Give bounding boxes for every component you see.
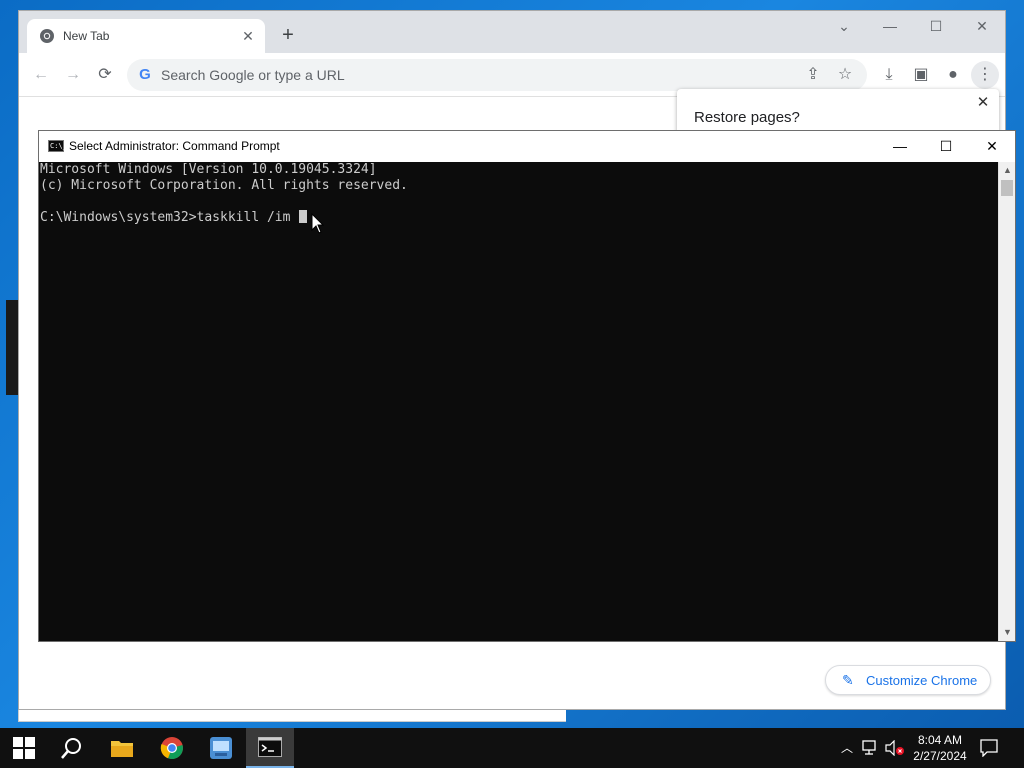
cmd-scrollbar[interactable]: ▲ ▼ [998,162,1015,641]
restore-close-icon[interactable]: ✕ [975,95,991,111]
chrome-window-controls: ⌄ — ☐ ✕ [821,11,1005,41]
console-line: Microsoft Windows [Version 10.0.19045.33… [40,162,377,177]
show-hidden-icons-icon[interactable]: ︿ [838,728,856,768]
chrome-close-button[interactable]: ✕ [959,11,1005,41]
customize-chrome-label: Customize Chrome [866,673,978,688]
search-button[interactable] [48,728,96,768]
cmd-minimize-button[interactable]: — [877,131,923,162]
forward-icon[interactable]: → [59,61,87,89]
notifications-button[interactable] [980,728,1004,768]
tab-new-tab[interactable]: New Tab ✕ [27,19,265,53]
desktop-icon-partial[interactable] [0,100,18,170]
mouse-pointer-icon [311,213,325,234]
google-icon: G [139,66,151,83]
omnibox[interactable]: G Search Google or type a URL ⇪ ☆ [127,59,867,91]
chrome-favicon-icon [40,29,54,43]
cmd-close-button[interactable]: ✕ [969,131,1015,162]
side-panel-icon[interactable]: ▣ [907,61,935,89]
reload-icon[interactable]: ⟳ [91,61,119,89]
chrome-icon [160,737,183,760]
folder-icon [111,741,133,757]
restore-pages-title: Restore pages? [694,109,800,126]
app-taskbar-button[interactable] [197,728,245,768]
chrome-maximize-button[interactable]: ☐ [913,11,959,41]
notification-icon [980,739,998,758]
cmd-window-controls: — ☐ ✕ [877,131,1015,162]
taskbar: ︿ 8:04 AM 2/27/2024 [0,728,1024,768]
cmd-taskbar-button[interactable] [246,728,294,768]
share-icon[interactable]: ⇪ [799,61,827,89]
chrome-taskbar-button[interactable] [148,728,196,768]
search-icon [61,738,81,759]
text-cursor [299,210,308,223]
scroll-down-icon[interactable]: ▼ [999,624,1016,641]
tab-strip: New Tab ✕ + ⌄ — ☐ ✕ [19,11,1005,53]
app-icon [210,737,232,759]
pencil-icon: ✎ [842,672,854,688]
clock-time: 8:04 AM [917,733,963,747]
tab-close-icon[interactable]: ✕ [239,27,257,45]
cmd-app-icon: C:\_ [48,140,67,152]
clock[interactable]: 8:04 AM 2/27/2024 [900,732,980,764]
new-tab-button[interactable]: + [277,25,299,47]
scroll-up-icon[interactable]: ▲ [999,162,1016,179]
network-monitor-icon [862,740,876,755]
tab-search-icon[interactable]: ⌄ [821,11,867,41]
omnibox-placeholder: Search Google or type a URL [161,67,345,83]
cmd-icon [258,737,282,757]
back-icon[interactable]: ← [27,61,55,89]
cmd-maximize-button[interactable]: ☐ [923,131,969,162]
file-explorer-button[interactable] [98,728,146,768]
chrome-minimize-button[interactable]: — [867,11,913,41]
start-button[interactable] [0,728,48,768]
download-icon[interactable]: ⤓ [875,61,903,89]
scroll-thumb[interactable] [1001,180,1013,196]
customize-chrome-button[interactable]: ✎ Customize Chrome [825,665,991,695]
network-icon[interactable] [860,728,882,768]
console-line: (c) Microsoft Corporation. All rights re… [40,178,408,193]
cmd-console[interactable]: Microsoft Windows [Version 10.0.19045.33… [39,162,999,641]
bookmark-star-icon[interactable]: ☆ [831,61,859,89]
clock-date: 2/27/2024 [913,749,967,763]
profile-icon[interactable]: ● [939,61,967,89]
console-prompt-text: C:\Windows\system32>taskkill /im [40,210,299,225]
tab-title: New Tab [63,29,110,43]
windows-logo-icon [13,737,35,759]
cmd-titlebar[interactable]: C:\_ Select Administrator: Command Promp… [39,131,1015,162]
cmd-window: C:\_ Select Administrator: Command Promp… [38,130,1016,642]
console-prompt-line: C:\Windows\system32>taskkill /im [40,210,999,226]
menu-kebab-icon[interactable]: ⋮ [971,61,999,89]
cmd-window-title: Select Administrator: Command Prompt [69,139,280,153]
